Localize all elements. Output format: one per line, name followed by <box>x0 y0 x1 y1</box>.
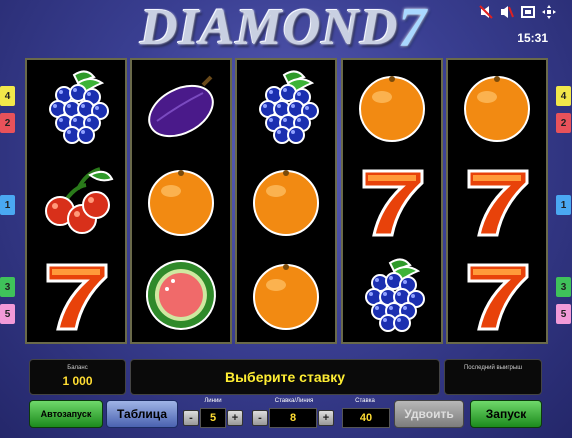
table-button[interactable]: Таблица <box>106 400 178 428</box>
message-text: Выберите ставку <box>224 369 346 385</box>
seven-icon <box>448 154 546 248</box>
grapes-icon <box>237 60 335 154</box>
double-label: Удвоить <box>404 407 454 421</box>
bet-per-line-minus-button[interactable]: - <box>252 410 268 426</box>
line-marker-3[interactable]: 3 <box>556 277 571 297</box>
balance-label: Баланс <box>67 365 88 371</box>
watermelon-icon <box>132 248 230 342</box>
lines-plus-button[interactable]: + <box>227 410 243 426</box>
table-label: Таблица <box>116 407 167 421</box>
seven-icon <box>27 248 125 342</box>
line-marker-2[interactable]: 2 <box>0 113 15 133</box>
bet-per-line-label: Ставка/Линия <box>274 398 314 404</box>
bet-per-line-plus-button[interactable]: + <box>318 410 334 426</box>
last-win-panel: Последний выигрыш <box>444 359 542 395</box>
plum-icon <box>132 60 230 154</box>
game-logo-title: DIAMOND <box>140 0 399 56</box>
reel-3 <box>235 58 337 344</box>
line-marker-4[interactable]: 4 <box>556 86 571 106</box>
cherries-icon <box>27 154 125 248</box>
line-marker-5[interactable]: 5 <box>556 304 571 324</box>
start-button[interactable]: Запуск <box>470 400 542 428</box>
reel-2 <box>130 58 232 344</box>
message-panel: Выберите ставку <box>130 359 440 395</box>
line-marker-5[interactable]: 5 <box>0 304 15 324</box>
line-marker-1[interactable]: 1 <box>556 195 571 215</box>
bet-label: Ставка <box>355 398 375 404</box>
reel-4 <box>341 58 443 344</box>
orange-icon <box>237 154 335 248</box>
bet-per-line-value: 8 <box>269 408 317 428</box>
last-win-label: Последний выигрыш <box>463 365 523 371</box>
orange-icon <box>343 60 441 154</box>
sound-icon[interactable] <box>500 5 514 19</box>
lines-minus-button[interactable]: - <box>183 410 199 426</box>
line-marker-1[interactable]: 1 <box>0 195 15 215</box>
reels-area <box>25 58 548 344</box>
window-icon[interactable] <box>521 5 535 19</box>
autoplay-label: Автозапуск <box>40 409 92 419</box>
balance-value: 1 000 <box>62 374 93 388</box>
clock: 15:31 <box>517 31 548 45</box>
reel-1 <box>25 58 127 344</box>
lines-label: Линии <box>204 398 222 404</box>
reel-5 <box>446 58 548 344</box>
orange-icon <box>132 154 230 248</box>
autoplay-button[interactable]: Автозапуск <box>29 400 103 428</box>
fullscreen-icon[interactable] <box>542 5 556 19</box>
double-button[interactable]: Удвоить <box>394 400 464 428</box>
orange-icon <box>448 60 546 154</box>
grapes-icon <box>343 248 441 342</box>
line-marker-4[interactable]: 4 <box>0 86 15 106</box>
orange-icon <box>237 248 335 342</box>
seven-icon <box>343 154 441 248</box>
line-marker-2[interactable]: 2 <box>556 113 571 133</box>
game-logo-seven: 7 <box>398 0 426 59</box>
line-marker-3[interactable]: 3 <box>0 277 15 297</box>
grapes-icon <box>27 60 125 154</box>
start-label: Запуск <box>485 407 527 421</box>
lines-value: 5 <box>200 408 226 428</box>
top-toolbar <box>479 5 556 19</box>
no-mute-icon[interactable] <box>479 5 493 19</box>
seven-icon <box>448 248 546 342</box>
balance-panel: Баланс 1 000 <box>29 359 126 395</box>
bet-value: 40 <box>342 408 390 428</box>
